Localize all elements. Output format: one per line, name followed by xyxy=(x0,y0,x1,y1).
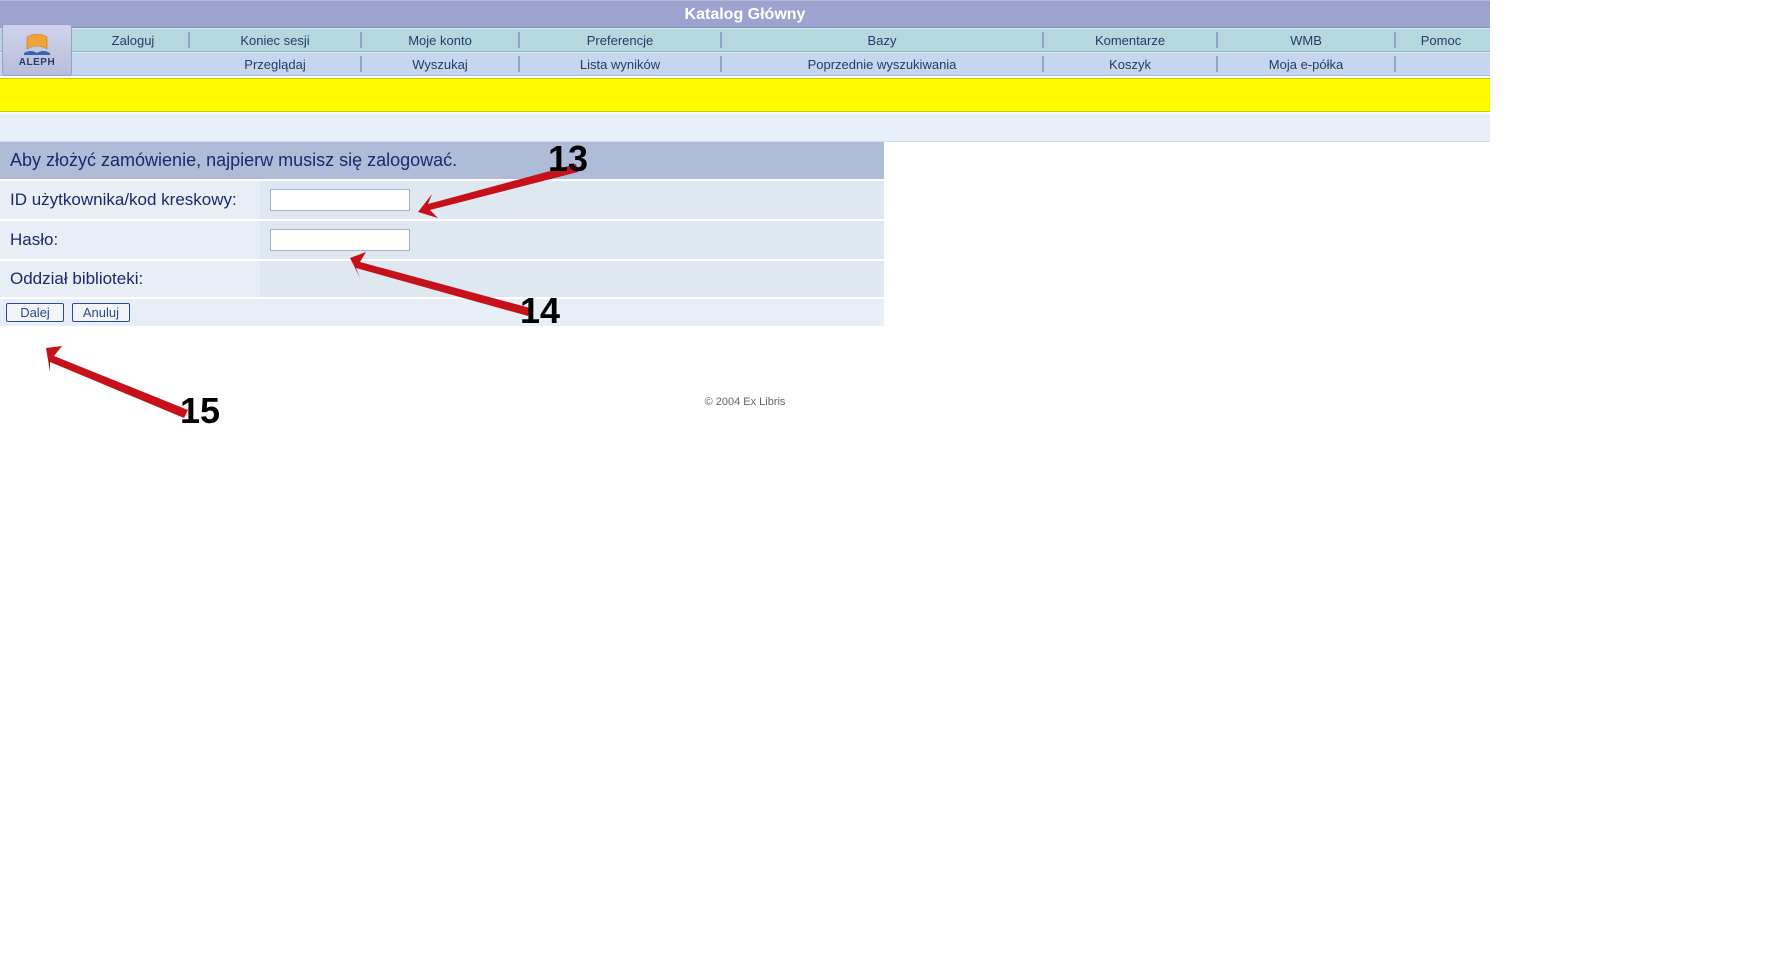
nav-primary: Zaloguj Koniec sesji Moje konto Preferen… xyxy=(0,28,1490,52)
nav-secondary: Przeglądaj Wyszukaj Lista wyników Poprze… xyxy=(0,52,1490,76)
nav-koszyk[interactable]: Koszyk xyxy=(1044,57,1216,72)
nav-wyszukaj[interactable]: Wyszukaj xyxy=(362,57,518,72)
nav-pomoc[interactable]: Pomoc xyxy=(1396,33,1486,48)
viewport: Katalog Główny ALEPH Zaloguj Koniec sesj… xyxy=(0,0,1770,408)
nav-przegladaj[interactable]: Przeglądaj xyxy=(190,57,360,72)
userid-input[interactable] xyxy=(270,189,410,211)
nav-poprzednie[interactable]: Poprzednie wyszukiwania xyxy=(722,57,1042,72)
submit-button[interactable]: Dalej xyxy=(6,303,64,322)
row-password: Hasło: xyxy=(0,220,884,260)
page-title: Katalog Główny xyxy=(685,6,806,23)
nav-komentarze[interactable]: Komentarze xyxy=(1044,33,1216,48)
nav-preferencje[interactable]: Preferencje xyxy=(520,33,720,48)
row-branch: Oddział biblioteki: xyxy=(0,260,884,297)
nav-lista-wynikow[interactable]: Lista wyników xyxy=(520,57,720,72)
logo-text: ALEPH xyxy=(19,57,55,68)
password-input[interactable] xyxy=(270,229,410,251)
yellow-banner xyxy=(0,78,1490,112)
label-password: Hasło: xyxy=(0,220,260,260)
branch-value xyxy=(260,260,884,297)
book-icon xyxy=(22,33,52,57)
label-branch: Oddział biblioteki: xyxy=(0,260,260,297)
page-title-bar: Katalog Główny xyxy=(0,0,1490,28)
spacer-band xyxy=(0,114,1490,142)
footer-copyright: © 2004 Ex Libris xyxy=(0,396,1490,408)
aleph-logo[interactable]: ALEPH xyxy=(2,24,72,76)
login-form: ID użytkownika/kod kreskowy: Hasło: Oddz… xyxy=(0,179,884,297)
annotation-arrow-15 xyxy=(28,340,208,433)
cancel-button[interactable]: Anuluj xyxy=(72,303,130,322)
nav-moje-konto[interactable]: Moje konto xyxy=(362,33,518,48)
nav-wmb[interactable]: WMB xyxy=(1218,33,1394,48)
label-userid: ID użytkownika/kod kreskowy: xyxy=(0,180,260,220)
nav-zaloguj[interactable]: Zaloguj xyxy=(78,33,188,48)
button-row: Dalej Anuluj xyxy=(0,297,884,326)
nav-koniec-sesji[interactable]: Koniec sesji xyxy=(190,33,360,48)
login-prompt: Aby złożyć zamówienie, najpierw musisz s… xyxy=(0,142,884,179)
row-userid: ID użytkownika/kod kreskowy: xyxy=(0,180,884,220)
nav-epolka[interactable]: Moja e-półka xyxy=(1218,57,1394,72)
nav-bazy[interactable]: Bazy xyxy=(722,33,1042,48)
